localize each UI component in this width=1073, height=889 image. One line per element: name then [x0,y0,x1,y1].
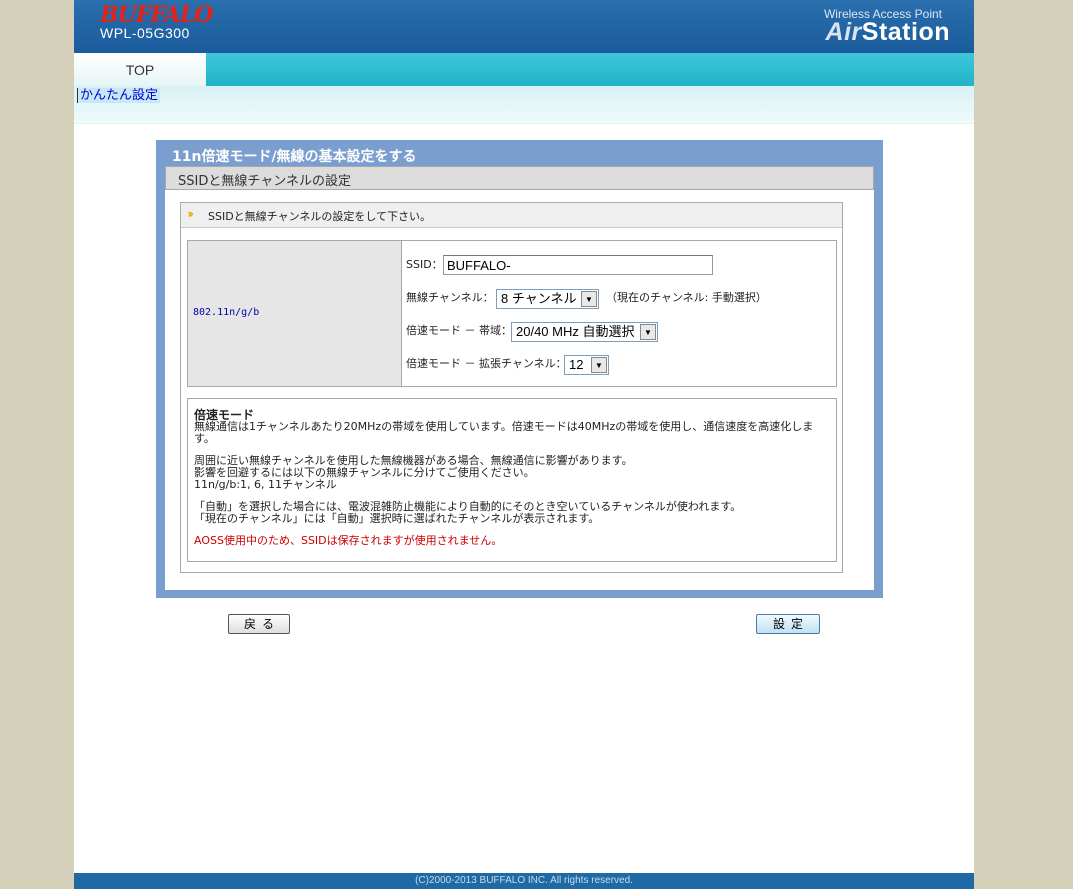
buffalo-logo: BUFFALO [100,2,213,28]
bandwidth-label: 倍速モード － 帯域： [406,324,512,337]
current-channel-note: （現在のチャンネル: 手動選択） [606,291,767,304]
bandwidth-select-value: 20/40 MHz 自動選択 [516,324,635,339]
panel-title: 11n倍速モード/無線の基本設定をする [172,149,417,165]
ext-channel-select[interactable]: 12 ▼ [564,355,609,375]
ssid-label: SSID： [406,258,443,271]
channel-row: 無線チャンネル： [406,287,494,309]
airstation-logo: AirStation [826,18,950,47]
channel-label: 無線チャンネル： [406,291,494,304]
ext-channel-select-value: 12 [569,357,584,372]
chevron-down-icon[interactable]: ▼ [591,357,607,373]
sub-nav-bar: かんたん設定 [74,86,974,124]
product-name-air: Air [825,18,862,46]
product-name-station: Station [861,18,950,46]
ssid-row: SSID： [406,254,443,276]
bandwidth-select[interactable]: 20/40 MHz 自動選択 ▼ [511,322,658,342]
instruction-bar: ›› SSIDと無線チャンネルの設定をして下さい。 [181,203,842,228]
bandwidth-row: 倍速モード － 帯域： [406,320,512,342]
notes-box: 倍速モード 無線通信は1チャンネルあたり20MHzの帯域を使用しています。倍速モ… [187,398,837,562]
notes-content: 倍速モード 無線通信は1チャンネルあたり20MHzの帯域を使用しています。倍速モ… [194,409,826,547]
settings-panel: 11n倍速モード/無線の基本設定をする SSIDと無線チャンネルの設定 ›› S… [156,140,883,598]
current-channel-row: （現在のチャンネル: 手動選択） [606,287,767,309]
aoss-warning: AOSS使用中のため、SSIDは保存されますが使用されません。 [194,534,503,547]
channel-select-value: 8 チャンネル [501,291,577,306]
footer-copyright: (C)2000-2013 BUFFALO INC. All rights res… [74,873,974,889]
channel-select[interactable]: 8 チャンネル ▼ [496,289,599,309]
page: BUFFALO WPL-05G300 Wireless Access Point… [74,0,974,889]
settings-box: ›› SSIDと無線チャンネルの設定をして下さい。 802.11n/g/b SS… [180,202,843,573]
notes-line: す。 [194,432,215,445]
nav-bar: TOP [74,53,974,86]
set-button[interactable]: 設定 [756,614,820,634]
ssid-input[interactable] [443,255,713,275]
chevron-down-icon[interactable]: ▼ [581,291,597,307]
standard-cell: 802.11n/g/b [188,241,402,386]
ext-channel-row: 倍速モード － 拡張チャンネル： [406,353,567,375]
notes-line: 「現在のチャンネル」には「自動」選択時に選ばれたチャンネルが表示されます。 [194,512,600,525]
ext-channel-label: 倍速モード － 拡張チャンネル： [406,357,567,370]
chevron-down-icon[interactable]: ▼ [640,324,656,340]
instruction-text: SSIDと無線チャンネルの設定をして下さい。 [208,210,432,223]
tab-top[interactable]: TOP [74,53,206,86]
settings-table: 802.11n/g/b SSID： 無線チャンネル： 8 チャンネル ▼ （現 [187,240,837,387]
section-header: SSIDと無線チャンネルの設定 [165,166,874,190]
header: BUFFALO WPL-05G300 Wireless Access Point… [74,0,974,53]
panel-body: SSIDと無線チャンネルの設定 ›› SSIDと無線チャンネルの設定をして下さい… [165,166,874,590]
section-title: SSIDと無線チャンネルの設定 [178,174,351,189]
easy-setup-link[interactable]: かんたん設定 [77,88,161,103]
standard-label: 802.11n/g/b [193,307,260,318]
notes-line: 無線通信は1チャンネルあたり20MHzの帯域を使用しています。倍速モードは40M… [194,420,814,433]
notes-line: 11n/g/b:1, 6, 11チャンネル [194,478,337,491]
back-button[interactable]: 戻る [228,614,290,634]
double-chevron-icon: ›› [187,207,194,221]
model-name: WPL-05G300 [100,25,190,41]
